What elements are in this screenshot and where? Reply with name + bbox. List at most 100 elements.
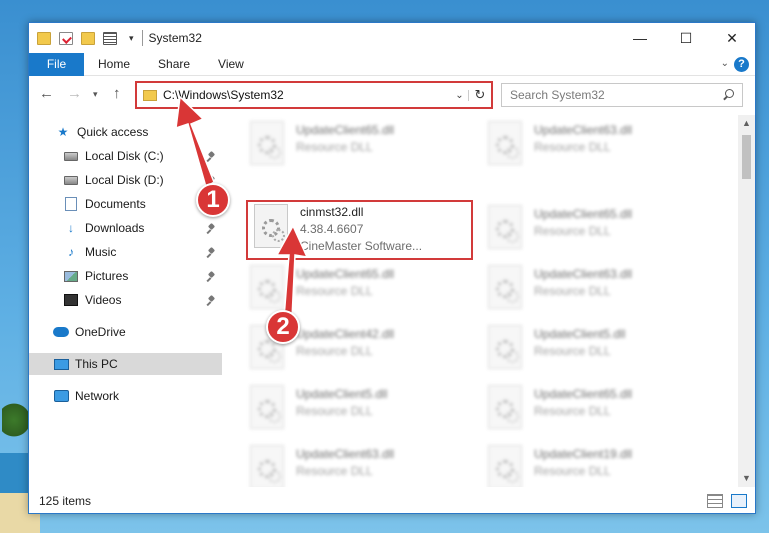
sidebar-item-label: This PC <box>75 357 118 371</box>
ribbon-tabs: File Home Share View ⌄ ? <box>29 52 755 76</box>
file-type: Resource DLL <box>534 284 611 298</box>
pin-icon[interactable] <box>207 248 216 257</box>
sidebar-item-quick-access[interactable]: ★ Quick access <box>29 121 222 143</box>
focused-file-tile[interactable]: cinmst32.dll 4.38.4.6607 CineMaster Soft… <box>246 200 473 260</box>
address-dropdown-icon[interactable]: ⌄ <box>451 89 469 101</box>
sidebar-item-label: Documents <box>85 197 146 211</box>
file-name: UpdateClient65.dll <box>534 387 633 401</box>
dll-file-icon <box>488 205 522 249</box>
pin-icon[interactable] <box>207 152 216 161</box>
star-icon: ★ <box>57 125 69 139</box>
minimize-button[interactable]: — <box>617 23 663 53</box>
window-title: System32 <box>148 31 202 45</box>
music-icon: ♪ <box>68 245 74 259</box>
sidebar-item-network[interactable]: Network <box>29 385 222 407</box>
list-item[interactable]: UpdateClient63.dll Resource DLL <box>480 119 710 171</box>
sidebar-item-label: Local Disk (D:) <box>85 173 164 187</box>
sidebar-item-pictures[interactable]: Pictures <box>29 265 222 287</box>
list-item[interactable]: UpdateClient65.dll Resource DLL <box>480 383 710 435</box>
sidebar-item-documents[interactable]: Documents <box>29 193 222 215</box>
file-type: Resource DLL <box>296 140 373 154</box>
list-item[interactable]: UpdateClient5.dll Resource DLL <box>480 323 710 375</box>
scroll-thumb[interactable] <box>742 135 751 179</box>
scroll-down-icon[interactable]: ▼ <box>738 470 755 487</box>
status-bar: 125 items <box>29 489 755 513</box>
sidebar-item-videos[interactable]: Videos <box>29 289 222 311</box>
list-item[interactable]: UpdateClient65.dll Resource DLL <box>242 263 472 315</box>
file-list: UpdateClient65.dll Resource DLL cinmst32.… <box>222 115 739 487</box>
search-input[interactable]: Search System32 <box>501 83 743 107</box>
file-type: Resource DLL <box>534 344 611 358</box>
sidebar-item-label: Local Disk (C:) <box>85 149 164 163</box>
pin-icon[interactable] <box>207 224 216 233</box>
dll-file-icon <box>250 265 284 309</box>
folder-icon[interactable] <box>37 31 51 45</box>
up-arrow-icon[interactable]: ↑ <box>113 85 121 102</box>
tiles-view-icon[interactable] <box>731 494 747 508</box>
file-type: Resource DLL <box>296 344 373 358</box>
sidebar-item-downloads[interactable]: ↓ Downloads <box>29 217 222 239</box>
search-placeholder[interactable]: Search System32 <box>510 88 722 102</box>
recent-locations-icon[interactable]: ▾ <box>93 89 98 100</box>
file-type: Resource DLL <box>534 224 611 238</box>
tab-file[interactable]: File <box>29 52 84 76</box>
tab-home[interactable]: Home <box>84 53 144 76</box>
scroll-up-icon[interactable]: ▲ <box>738 115 755 132</box>
list-item[interactable]: UpdateClient5.dll Resource DLL <box>242 383 472 435</box>
toolbar-divider <box>141 30 143 46</box>
sidebar-item-label: Network <box>75 389 120 403</box>
close-button[interactable]: ✕ <box>709 23 755 53</box>
tab-view[interactable]: View <box>204 53 258 76</box>
step-2-badge: 2 <box>266 310 300 344</box>
details-view-icon[interactable] <box>707 494 723 508</box>
file-type: Resource DLL <box>534 140 611 154</box>
sidebar-item-label: Downloads <box>85 221 145 235</box>
expand-ribbon-icon[interactable]: ⌄ <box>721 58 729 69</box>
refresh-icon[interactable]: ↻ <box>469 87 491 103</box>
sidebar-item-label: Quick access <box>77 125 149 139</box>
sidebar-item-local-disk-d[interactable]: Local Disk (D:) <box>29 169 222 191</box>
forward-arrow-icon[interactable]: → <box>67 85 82 102</box>
list-item[interactable]: UpdateClient63.dll Resource DLL <box>480 263 710 315</box>
file-name: UpdateClient63.dll <box>534 123 633 137</box>
sidebar-item-this-pc[interactable]: This PC <box>29 353 222 375</box>
download-icon: ↓ <box>68 221 74 235</box>
maximize-button[interactable]: ☐ <box>663 23 709 53</box>
help-icon[interactable]: ? <box>734 57 749 72</box>
file-name: UpdateClient65.dll <box>296 123 395 137</box>
pin-icon[interactable] <box>207 272 216 281</box>
file-type: Resource DLL <box>296 404 373 418</box>
disk-icon <box>63 173 79 187</box>
vertical-scrollbar[interactable]: ▲ ▼ <box>738 115 755 487</box>
dll-file-icon <box>488 265 522 309</box>
list-item[interactable]: UpdateClient63.dll Resource DLL <box>242 443 472 487</box>
view-icon[interactable] <box>103 31 117 45</box>
new-folder-icon[interactable] <box>81 31 95 45</box>
back-arrow-icon[interactable]: ← <box>39 85 54 102</box>
address-path[interactable]: C:\Windows\System32 <box>163 88 451 102</box>
pc-icon <box>53 357 69 371</box>
customize-toolbar-icon[interactable]: ▾ <box>129 33 134 44</box>
sidebar-item-music[interactable]: ♪ Music <box>29 241 222 263</box>
list-item[interactable]: UpdateClient65.dll Resource DLL <box>242 119 472 171</box>
file-name: UpdateClient19.dll <box>534 447 633 461</box>
dll-file-icon <box>488 445 522 487</box>
file-name: UpdateClient63.dll <box>296 447 395 461</box>
search-icon[interactable] <box>722 89 734 101</box>
sidebar-item-onedrive[interactable]: OneDrive <box>29 321 222 343</box>
quick-access-toolbar: ▾ System32 <box>29 23 202 53</box>
address-bar[interactable]: C:\Windows\System32 ⌄ ↻ <box>135 81 493 109</box>
list-item[interactable]: UpdateClient19.dll Resource DLL <box>480 443 710 487</box>
pin-icon[interactable] <box>207 296 216 305</box>
dll-file-icon <box>488 325 522 369</box>
sidebar-item-label: Videos <box>85 293 122 307</box>
file-name: UpdateClient63.dll <box>534 267 633 281</box>
sidebar-item-local-disk-c[interactable]: Local Disk (C:) <box>29 145 222 167</box>
explorer-window: ▾ System32 — ☐ ✕ File Home Share View ⌄ … <box>28 22 756 514</box>
file-type: Resource DLL <box>534 404 611 418</box>
list-item[interactable]: UpdateClient65.dll Resource DLL <box>480 203 710 255</box>
tab-share[interactable]: Share <box>144 53 204 76</box>
documents-icon <box>63 197 79 211</box>
properties-icon[interactable] <box>59 31 73 45</box>
sidebar-item-label: OneDrive <box>75 325 126 339</box>
